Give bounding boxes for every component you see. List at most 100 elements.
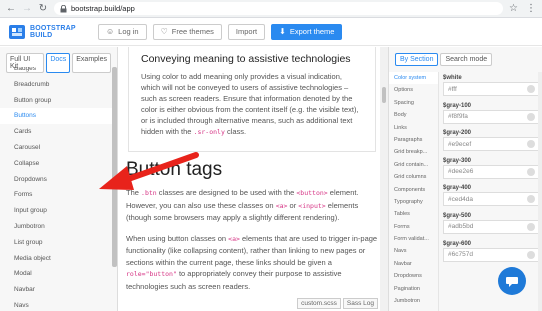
- variable-name: $white: [443, 75, 462, 81]
- category-item[interactable]: Components: [389, 184, 438, 196]
- color-swatch[interactable]: [527, 112, 535, 121]
- variable-value-field[interactable]: #f8f9fa: [443, 109, 539, 124]
- menu-icon[interactable]: ⋮: [526, 3, 536, 14]
- category-item[interactable]: Grid contain...: [389, 159, 438, 171]
- category-item[interactable]: Paragraphs: [389, 134, 438, 146]
- category-item[interactable]: Tables: [389, 208, 438, 220]
- color-swatch[interactable]: [527, 250, 535, 259]
- nav-item-badges[interactable]: Badges: [0, 67, 117, 77]
- nav-item-buttons[interactable]: Buttons: [0, 108, 117, 125]
- custom-scss-button[interactable]: custom.scss: [297, 298, 341, 309]
- export-theme-button[interactable]: ⬇ Export theme: [271, 23, 343, 40]
- tab-by-section[interactable]: By Section: [395, 53, 439, 66]
- variable-value-field[interactable]: #e9ecef: [443, 137, 539, 152]
- category-item[interactable]: Forms: [389, 221, 438, 233]
- logo-text-line1: BOOTSTRAP: [30, 24, 76, 32]
- category-item[interactable]: Pagination: [389, 283, 438, 295]
- left-scrollbar[interactable]: [112, 67, 117, 267]
- back-icon[interactable]: ←: [6, 3, 16, 15]
- category-item[interactable]: Spacing: [389, 97, 438, 109]
- section-heading: Button tags: [126, 159, 223, 180]
- category-item[interactable]: Jumbotron: [389, 295, 438, 307]
- sass-log-button[interactable]: Sass Log: [342, 298, 378, 309]
- chat-button[interactable]: [498, 267, 526, 295]
- nav-item-media-object[interactable]: Media object: [0, 251, 117, 267]
- login-label: Log in: [118, 27, 139, 36]
- category-item[interactable]: Navbar: [389, 258, 438, 270]
- free-themes-button[interactable]: ♡ Free themes: [152, 23, 222, 40]
- variable-gray-600: $gray-600 #6c757d: [443, 240, 539, 268]
- nav-item-carousel[interactable]: Carousel: [0, 140, 117, 156]
- color-swatch[interactable]: [527, 222, 535, 231]
- nav-item-navs[interactable]: Navs: [0, 298, 117, 311]
- category-item[interactable]: Grid columns: [389, 171, 438, 183]
- import-label: Import: [235, 27, 258, 36]
- address-bar[interactable]: bootstrap.build/app: [54, 2, 504, 15]
- nav-item-cards[interactable]: Cards: [0, 124, 117, 140]
- logo-mark-icon: [9, 24, 25, 39]
- variables-scrollbar[interactable]: [538, 72, 542, 311]
- nav-item-input-group[interactable]: Input group: [0, 203, 117, 219]
- button-tags-section: Button tags The .btn classes are designe…: [126, 159, 378, 301]
- variable-value-field[interactable]: #6c757d: [443, 247, 539, 262]
- nav-item-modal[interactable]: Modal: [0, 266, 117, 282]
- content-scrollbar[interactable]: [380, 47, 388, 311]
- editor-footer: custom.scss Sass Log: [297, 298, 378, 309]
- variable-name: $gray-300: [443, 157, 472, 164]
- nav-item-forms[interactable]: Forms: [0, 187, 117, 203]
- url-text: bootstrap.build/app: [71, 4, 135, 13]
- forward-icon[interactable]: →: [22, 3, 32, 15]
- variable-value: #ced4da: [448, 195, 473, 203]
- import-button[interactable]: Import: [227, 23, 266, 40]
- category-item[interactable]: Dropdowns: [389, 270, 438, 282]
- reload-icon[interactable]: ↻: [38, 3, 48, 15]
- nav-item-dropdowns[interactable]: Dropdowns: [0, 172, 117, 188]
- variable-category-list: Color system Options Spacing Body Links …: [389, 72, 439, 311]
- color-swatch[interactable]: [527, 167, 535, 176]
- content-scrollbar-thumb[interactable]: [382, 87, 386, 103]
- category-item[interactable]: Grid breakp...: [389, 146, 438, 158]
- color-swatch[interactable]: [527, 140, 535, 149]
- variable-gray-300: $gray-300 #dee2e6: [443, 157, 539, 185]
- variable-name: $gray-100: [443, 102, 472, 109]
- nav-item-jumbotron[interactable]: Jumbotron: [0, 219, 117, 235]
- browser-toolbar: ← → ↻ bootstrap.build/app ☆ ⋮: [0, 0, 542, 18]
- variable-value: #6c757d: [448, 251, 473, 259]
- category-item[interactable]: Typography: [389, 196, 438, 208]
- tab-search-mode[interactable]: Search mode: [440, 53, 493, 66]
- nav-item-list-group[interactable]: List group: [0, 235, 117, 251]
- variable-value: #f8f9fa: [448, 113, 468, 121]
- docs-nav-list: Badges Breadcrumb Button group Buttons C…: [0, 67, 117, 311]
- nav-item-collapse[interactable]: Collapse: [0, 156, 117, 172]
- category-item[interactable]: Form validat...: [389, 233, 438, 245]
- free-themes-label: Free themes: [171, 27, 214, 36]
- variable-value-field[interactable]: #ced4da: [443, 192, 539, 207]
- variable-gray-500: $gray-500 #adb5bd: [443, 212, 539, 240]
- nav-item-breadcrumb[interactable]: Breadcrumb: [0, 77, 117, 93]
- star-icon[interactable]: ☆: [509, 3, 518, 14]
- app-header: BOOTSTRAP BUILD ☺ Log in ♡ Free themes I…: [0, 18, 542, 46]
- user-icon: ☺: [106, 27, 115, 36]
- variable-value-field[interactable]: #adb5bd: [443, 219, 539, 234]
- category-item[interactable]: Options: [389, 84, 438, 96]
- color-swatch[interactable]: [527, 195, 535, 204]
- nav-item-button-group[interactable]: Button group: [0, 93, 117, 109]
- login-button[interactable]: ☺ Log in: [98, 23, 147, 40]
- logo[interactable]: BOOTSTRAP BUILD: [8, 23, 98, 41]
- callout-card: Conveying meaning to assistive technolog…: [128, 47, 376, 152]
- category-item[interactable]: Body: [389, 109, 438, 121]
- variable-white: $white #fff: [443, 74, 539, 102]
- variable-name: $gray-200: [443, 130, 472, 137]
- variable-name: $gray-600: [443, 240, 472, 247]
- variable-gray-200: $gray-200 #e9ecef: [443, 129, 539, 157]
- nav-item-navbar[interactable]: Navbar: [0, 282, 117, 298]
- callout-text: Using color to add meaning only provides…: [141, 72, 359, 136]
- color-swatch[interactable]: [527, 85, 535, 93]
- variable-name: $gray-400: [443, 185, 472, 192]
- variable-value-field[interactable]: #fff: [443, 82, 539, 96]
- variable-value-field[interactable]: #dee2e6: [443, 164, 539, 179]
- category-item[interactable]: Navs: [389, 245, 438, 257]
- category-item[interactable]: Color system: [389, 72, 438, 85]
- right-tabs: By Section Search mode: [395, 53, 493, 66]
- category-item[interactable]: Links: [389, 122, 438, 134]
